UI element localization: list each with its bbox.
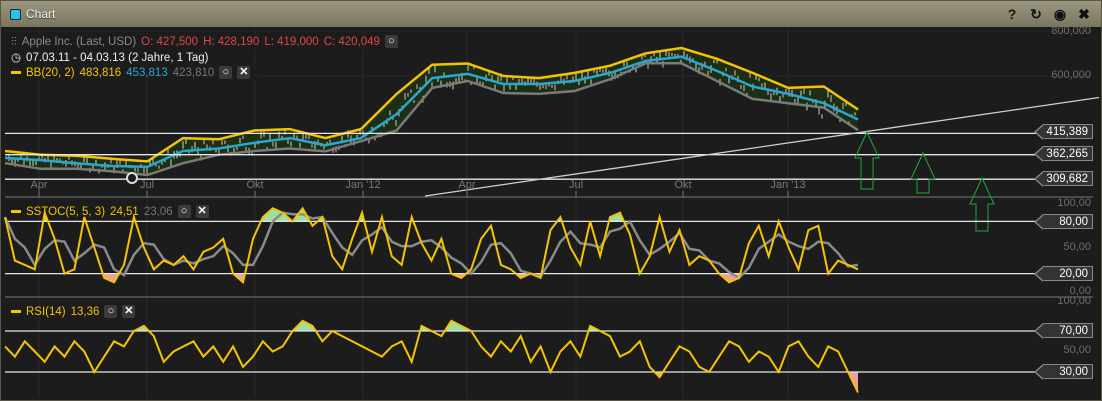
rsi-settings-button[interactable]: ○ bbox=[104, 305, 118, 318]
y-tick-label: 50,00 bbox=[1063, 241, 1091, 253]
close-value: C: 420,049 bbox=[323, 35, 380, 48]
y-tick-label: 800,000 bbox=[1051, 25, 1091, 37]
up-arrow-icon bbox=[969, 176, 995, 232]
sstoc-remove-button[interactable]: ✕ bbox=[195, 205, 209, 218]
level-tag[interactable]: 415,389 bbox=[1034, 124, 1093, 140]
sstoc-color-icon bbox=[11, 210, 21, 213]
y-tick-label: 600,000 bbox=[1051, 69, 1091, 81]
rsi-value: 13,36 bbox=[70, 305, 100, 318]
sstoc-d-value: 23,06 bbox=[143, 205, 173, 218]
level-tag[interactable]: 20,00 bbox=[1034, 266, 1093, 282]
x-tick-label: Okt bbox=[246, 179, 264, 191]
date-range: 07.03.11 - 04.03.13 (2 Jahre, 1 Tag) bbox=[26, 52, 209, 64]
x-tick-label: Jan '13 bbox=[770, 179, 806, 191]
y-tick-label: 50,00 bbox=[1063, 344, 1091, 356]
level-tag[interactable]: 80,00 bbox=[1034, 214, 1093, 230]
open-value: O: 427,500 bbox=[141, 35, 199, 48]
high-value: H: 428,190 bbox=[203, 35, 260, 48]
instrument-name: Apple Inc. (Last, USD) bbox=[21, 35, 137, 48]
rsi-legend: RSI(14) 13,36 ○ ✕ bbox=[7, 304, 144, 319]
bb-label: BB(20, 2) bbox=[26, 66, 75, 79]
x-tick-label: Okt bbox=[674, 179, 692, 191]
rsi-color-icon bbox=[11, 310, 21, 313]
bb-middle-value: 453,813 bbox=[126, 66, 168, 79]
y-tick-label: 100,00 bbox=[1057, 295, 1091, 307]
bb-remove-button[interactable]: ✕ bbox=[237, 66, 251, 79]
x-tick-label: Jan '12 bbox=[345, 179, 381, 191]
up-arrow-icon bbox=[910, 151, 936, 194]
sstoc-k-value: 24,51 bbox=[110, 205, 139, 218]
y-tick-label: 100,00 bbox=[1057, 197, 1091, 209]
rsi-remove-button[interactable]: ✕ bbox=[122, 305, 136, 318]
bb-color-icon bbox=[11, 71, 21, 74]
bb-upper-value: 483,816 bbox=[79, 66, 122, 79]
level-tag[interactable]: 362,265 bbox=[1034, 146, 1093, 162]
x-tick-label: Jul bbox=[139, 179, 155, 191]
level-tag[interactable]: 30,00 bbox=[1034, 364, 1093, 380]
instrument-settings-button[interactable]: ○ bbox=[384, 35, 398, 48]
sstoc-legend: SSTOC(5, 5, 3) 24,51 23,06 ○ ✕ bbox=[7, 204, 218, 219]
x-tick-label: Apr bbox=[30, 179, 48, 191]
range-legend: ◷ 07.03.11 - 04.03.13 (2 Jahre, 1 Tag) bbox=[7, 49, 218, 65]
trend-line bbox=[424, 96, 1100, 197]
bb-settings-button[interactable]: ○ bbox=[219, 66, 233, 79]
sstoc-label: SSTOC(5, 5, 3) bbox=[26, 205, 106, 218]
rsi-label: RSI(14) bbox=[26, 305, 66, 318]
x-tick-label: Jul bbox=[568, 179, 584, 191]
up-arrow-icon bbox=[854, 130, 880, 190]
instrument-legend: ⫶⫶ Apple Inc. (Last, USD) O: 427,500 H: 428… bbox=[7, 34, 407, 50]
sstoc-settings-button[interactable]: ○ bbox=[177, 205, 191, 218]
low-value: L: 419,000 bbox=[264, 35, 319, 48]
x-tick-label: Apr bbox=[458, 179, 476, 191]
level-tag[interactable]: 309,682 bbox=[1034, 171, 1093, 187]
bb-legend: BB(20, 2) 483,816 453,813 423,810 ○ ✕ bbox=[7, 65, 260, 80]
trendline-anchor-handle bbox=[126, 172, 138, 184]
settings-sliders-icon: ⫶⫶ bbox=[11, 35, 17, 48]
level-tag[interactable]: 70,00 bbox=[1034, 323, 1093, 339]
sstoc-line bbox=[4, 206, 859, 285]
bb-lower-value: 423,810 bbox=[172, 66, 215, 79]
chart-window: Chart ? ↻ ◉ ✖ ⫶⫶ Apple Inc. (Last, USD) O:… bbox=[0, 0, 1102, 401]
clock-icon: ◷ bbox=[11, 52, 22, 64]
